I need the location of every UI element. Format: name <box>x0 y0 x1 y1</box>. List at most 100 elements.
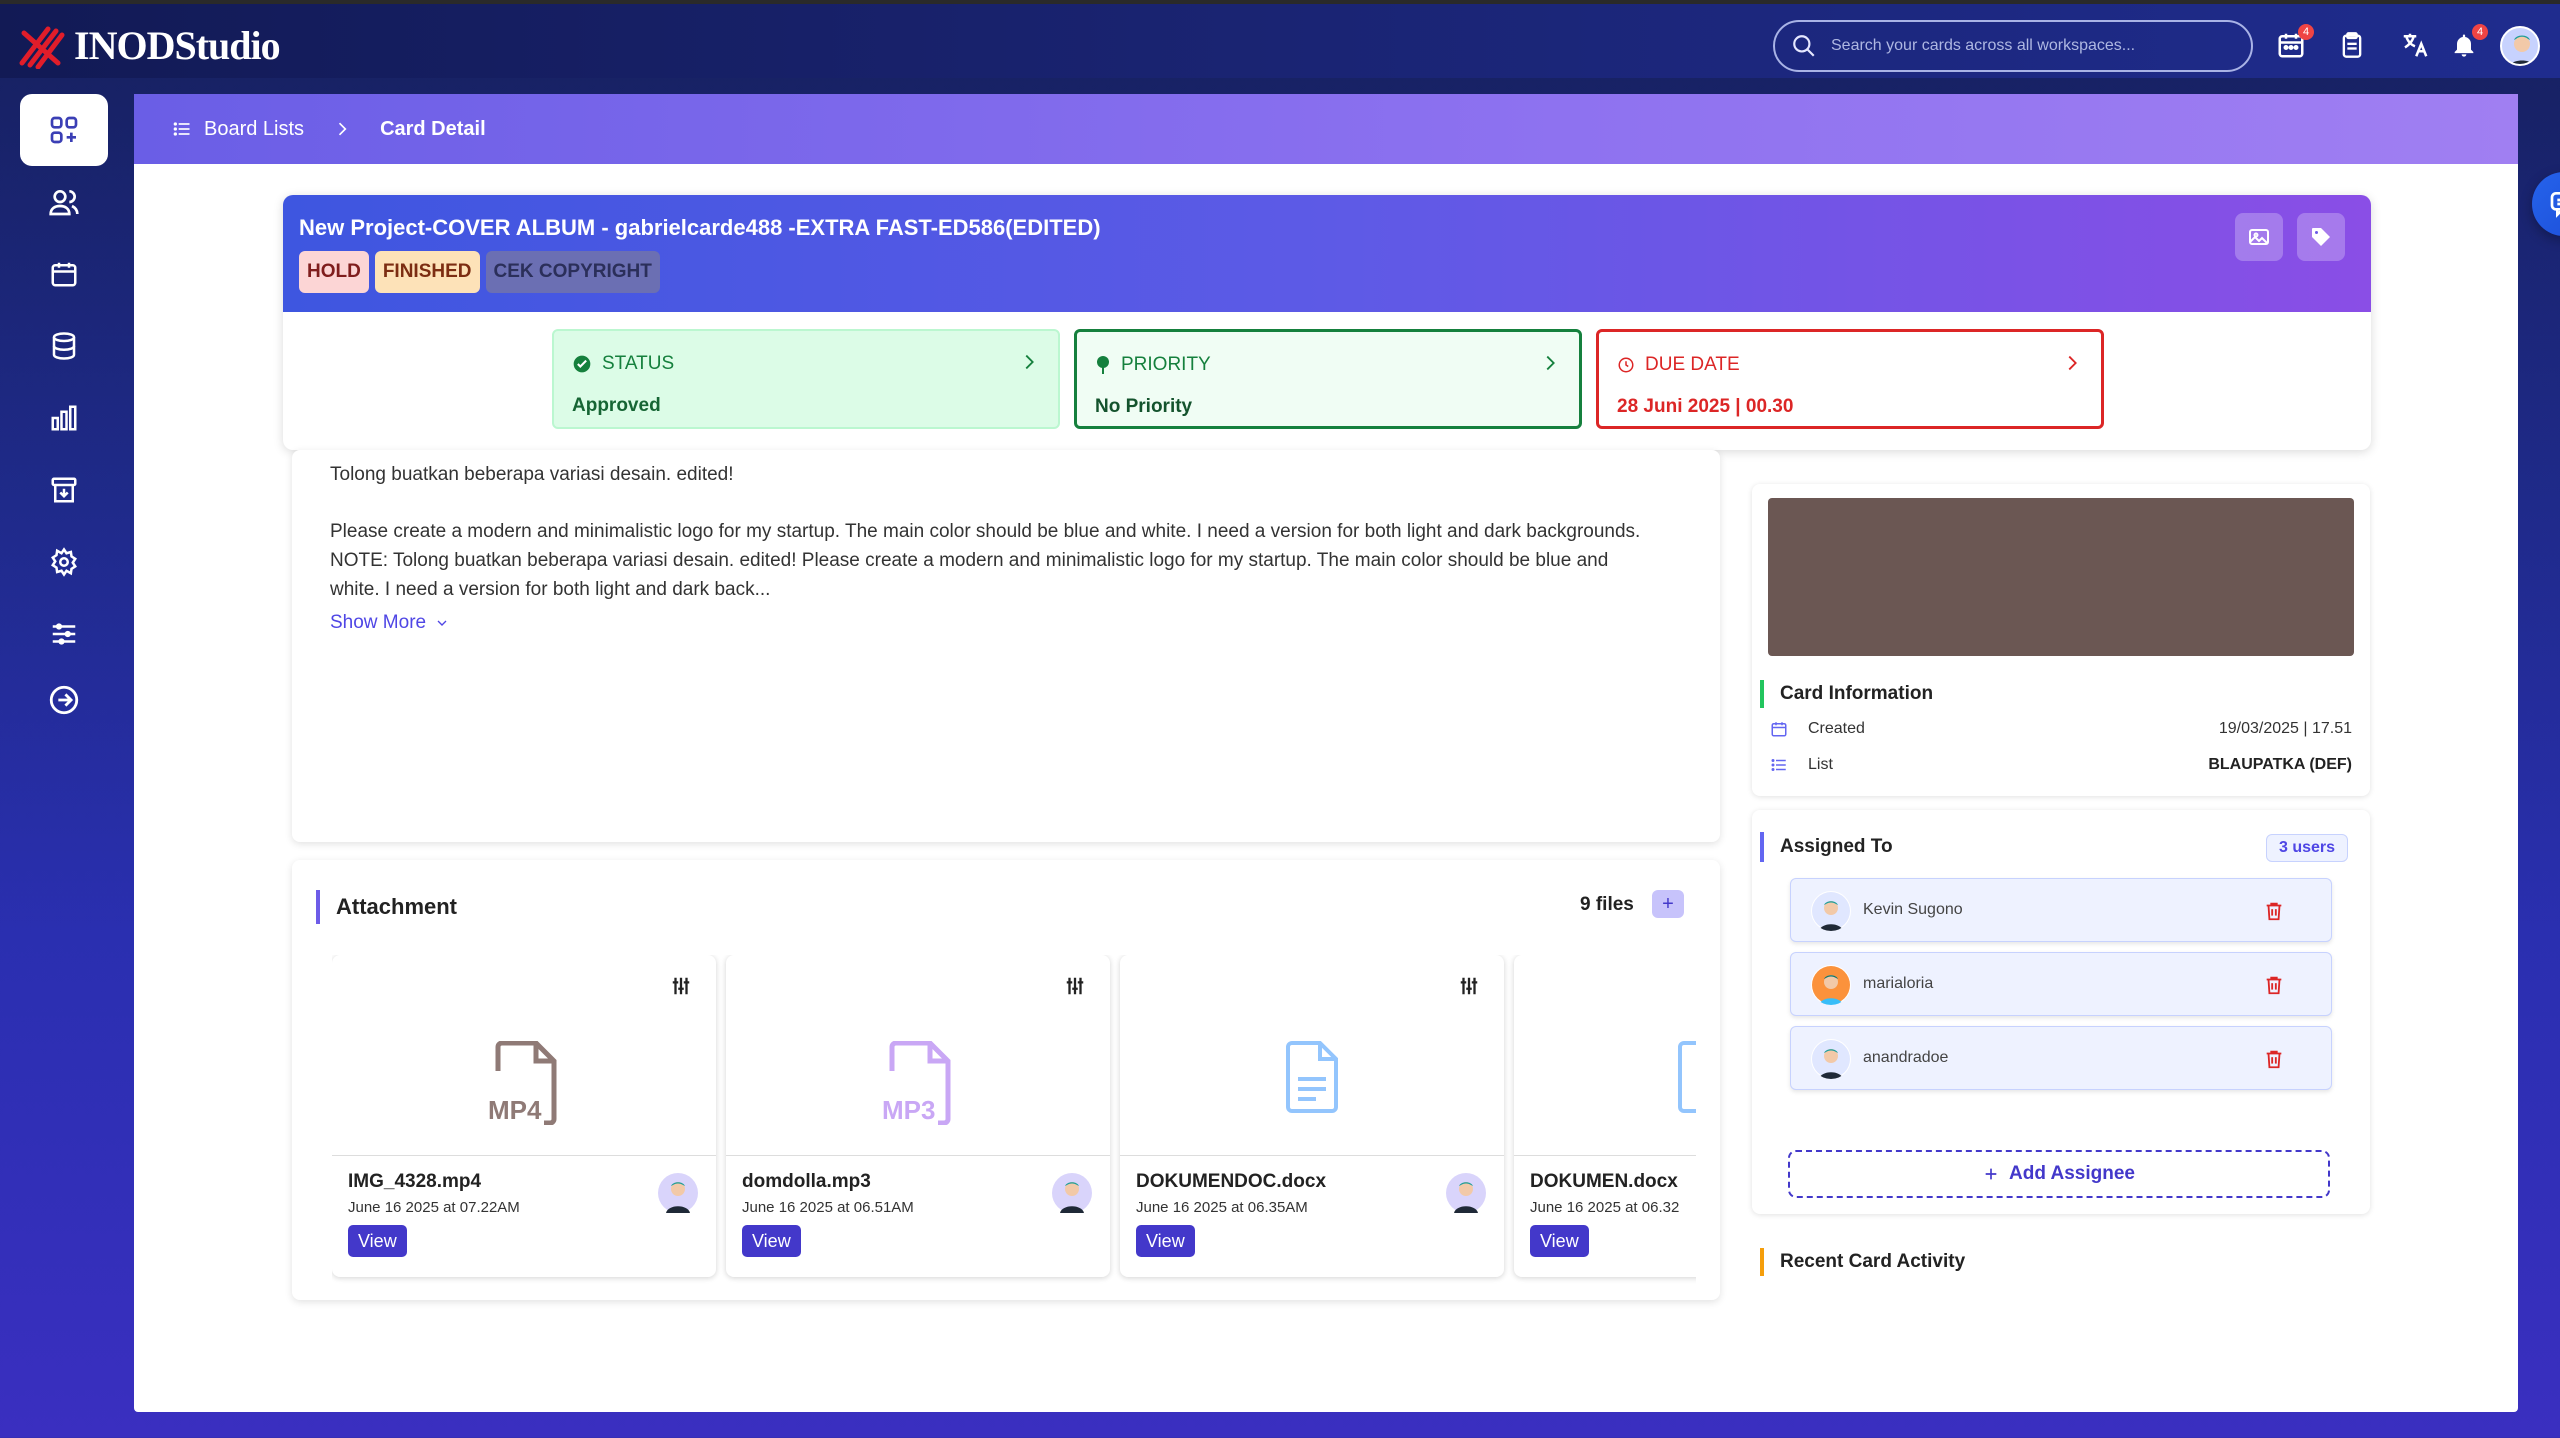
chevron-right-icon <box>1546 355 1555 371</box>
cover-image-button[interactable] <box>2235 213 2283 261</box>
recent-activity-title: Recent Card Activity <box>1760 1248 1965 1276</box>
avatar <box>1811 891 1851 931</box>
card-cover-image[interactable] <box>1768 498 2354 656</box>
sliders-icon[interactable] <box>1458 975 1480 997</box>
attachment-panel: Attachment 9 files + MP4 IMG_4328.mp4 Ju… <box>292 860 1720 1300</box>
priority-label: PRIORITY <box>1121 354 1211 375</box>
view-button[interactable]: View <box>348 1225 407 1257</box>
uploader-avatar <box>658 1173 698 1213</box>
created-label: Created <box>1808 720 1865 737</box>
sliders-icon[interactable] <box>670 975 692 997</box>
dashboard-icon <box>50 116 78 144</box>
top-bar: INODStudio 4 4 <box>0 0 2560 78</box>
view-button[interactable]: View <box>1136 1225 1195 1257</box>
chevron-right-icon <box>2068 355 2077 371</box>
clipboard-button[interactable] <box>2338 30 2370 62</box>
card-title: New Project-COVER ALBUM - gabrielcarde48… <box>299 215 1101 240</box>
breadcrumb-board-lists[interactable]: Board Lists <box>204 118 304 141</box>
created-value: 19/03/2025 | 17.51 <box>2218 720 2352 737</box>
recent-activity-panel: Recent Card Activity <box>1752 1232 2370 1292</box>
due-date-label: DUE DATE <box>1645 354 1740 375</box>
sidebar-item-analytics[interactable] <box>20 382 108 454</box>
sidebar-item-calendar[interactable] <box>20 238 108 310</box>
attachment-name: DOKUMEN.docx <box>1530 1171 1678 1192</box>
notification-button[interactable]: 4 <box>2450 24 2488 62</box>
clock-icon <box>1618 357 1634 373</box>
list-label: List <box>1808 756 1833 773</box>
sidebar-item-filters[interactable] <box>20 598 108 670</box>
card-info-panel: Card Information Created 19/03/2025 | 17… <box>1752 484 2370 796</box>
search-bar[interactable] <box>1773 20 2253 72</box>
show-more-label: Show More <box>330 612 427 633</box>
label-button[interactable] <box>2297 213 2345 261</box>
priority-card[interactable]: PRIORITY No Priority <box>1074 329 1582 429</box>
translate-icon <box>2403 33 2428 57</box>
sidebar-item-dashboard[interactable] <box>20 94 108 166</box>
calendar-button[interactable]: 4 <box>2276 24 2314 62</box>
user-avatar[interactable] <box>2500 26 2540 66</box>
app-logo[interactable]: INODStudio <box>18 22 281 69</box>
tag-cek-copyright[interactable]: CEK COPYRIGHT <box>485 251 660 293</box>
mp4-file-icon: MP4 <box>488 1041 557 1125</box>
calendar-icon <box>51 262 77 287</box>
chat-button[interactable] <box>2532 172 2560 236</box>
sidebar-item-logout[interactable] <box>20 664 108 736</box>
assignee-row[interactable]: anandradoe <box>1790 1026 2332 1090</box>
trash-icon[interactable] <box>2263 973 2285 997</box>
attachment-card[interactable]: DOKUMENDOC.docx June 16 2025 at 06.35AM … <box>1120 955 1504 1277</box>
search-input[interactable] <box>1831 37 2231 55</box>
trash-icon[interactable] <box>2263 899 2285 923</box>
show-more-button[interactable]: Show More <box>330 612 450 634</box>
status-label: STATUS <box>602 353 675 374</box>
translate-button[interactable] <box>2400 30 2432 62</box>
trash-icon[interactable] <box>2263 1047 2285 1071</box>
user-avatar-icon <box>1812 966 1850 1005</box>
avatar <box>1811 965 1851 1005</box>
user-avatar-icon <box>666 1182 690 1213</box>
assignee-row[interactable]: marialoria <box>1790 952 2332 1016</box>
card-header-banner: New Project-COVER ALBUM - gabrielcarde48… <box>283 195 2371 312</box>
add-assignee-label: Add Assignee <box>2009 1163 2135 1184</box>
assignee-row[interactable]: Kevin Sugono <box>1790 878 2332 942</box>
bar-chart-icon <box>51 405 77 431</box>
card-header: New Project-COVER ALBUM - gabrielcarde48… <box>283 195 2371 450</box>
sidebar-item-settings[interactable] <box>20 526 108 598</box>
view-button[interactable]: View <box>1530 1225 1589 1257</box>
attachment-card[interactable]: DOKUMEN.docx June 16 2025 at 06.32 View <box>1514 955 1696 1277</box>
image-icon <box>2249 229 2269 245</box>
archive-icon <box>51 477 77 503</box>
chat-icon <box>2550 192 2560 218</box>
add-attachment-button[interactable]: + <box>1652 890 1684 918</box>
assignee-name: marialoria <box>1863 975 1934 992</box>
sidebar-item-archive[interactable] <box>20 454 108 526</box>
logo-mark-icon <box>19 26 65 69</box>
status-card[interactable]: STATUS Approved <box>552 329 1060 429</box>
sliders-icon[interactable] <box>1064 975 1086 997</box>
tag-finished[interactable]: FINISHED <box>374 251 480 293</box>
add-assignee-button[interactable]: Add Assignee <box>1788 1150 2330 1198</box>
due-date-card[interactable]: DUE DATE 28 Juni 2025 | 00.30 <box>1596 329 2104 429</box>
tag-hold[interactable]: HOLD <box>299 251 369 293</box>
mp3-label: MP3 <box>882 1095 935 1125</box>
attachment-preview <box>1120 955 1504 1156</box>
attachment-card[interactable]: MP4 IMG_4328.mp4 June 16 2025 at 07.22AM… <box>332 955 716 1277</box>
attachment-card[interactable]: MP3 domdolla.mp3 June 16 2025 at 06.51AM… <box>726 955 1110 1277</box>
card-info-title: Card Information <box>1760 680 1933 708</box>
priority-value: No Priority <box>1095 396 1193 417</box>
users-icon <box>49 190 79 216</box>
attachment-title: Attachment <box>316 890 457 924</box>
sidebar-item-users[interactable] <box>20 166 108 238</box>
document-file-icon <box>1286 1041 1338 1113</box>
view-button[interactable]: View <box>742 1225 801 1257</box>
gear-icon <box>51 547 77 577</box>
uploader-avatar <box>1052 1173 1092 1213</box>
list-icon <box>1771 759 1786 771</box>
sidebar-item-database[interactable] <box>20 310 108 382</box>
check-circle-icon <box>573 355 591 373</box>
card-tags: HOLD FINISHED CEK COPYRIGHT <box>299 251 660 293</box>
sidebar <box>0 78 130 1438</box>
due-date-value: 28 Juni 2025 | 00.30 <box>1617 396 1794 417</box>
assignee-name: anandradoe <box>1863 1049 1949 1066</box>
list-row: List BLAUPATKA (DEF) <box>1770 756 2352 774</box>
app-name: INODStudio <box>74 23 281 68</box>
